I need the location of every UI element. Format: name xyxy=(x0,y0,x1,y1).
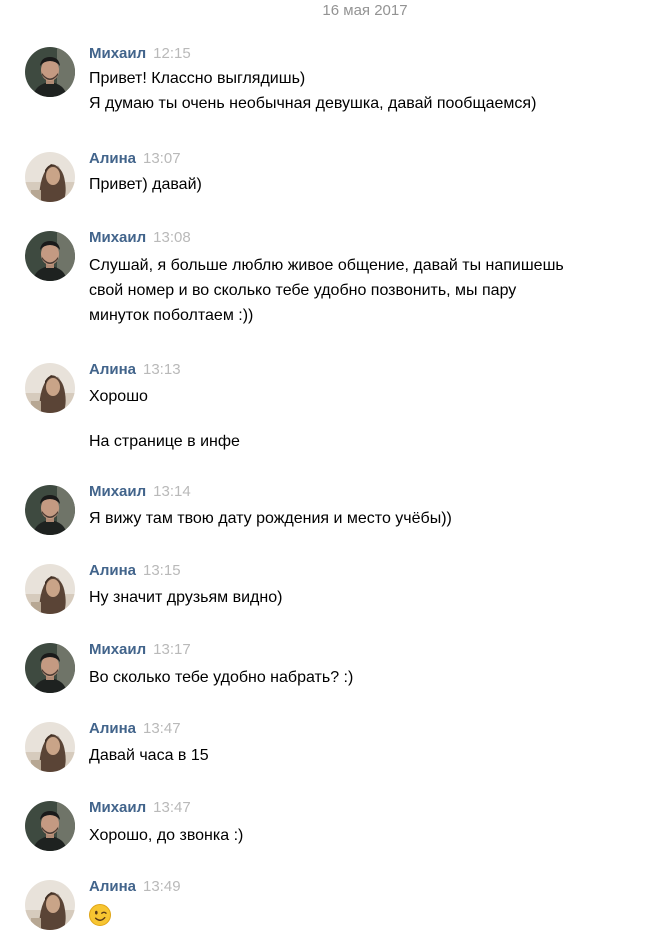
message-header: Михаил 12:15 xyxy=(89,45,191,62)
avatar[interactable] xyxy=(25,880,75,930)
message-text: Ну значит друзьям видно) xyxy=(89,589,283,606)
date-separator: 16 мая 2017 xyxy=(322,2,408,19)
author-name[interactable]: Михаил xyxy=(89,229,146,246)
avatar[interactable] xyxy=(25,801,75,851)
message-text: Хорошо xyxy=(89,388,148,405)
message-text: Я вижу там твою дату рождения и место уч… xyxy=(89,510,452,527)
message-header: Михаил 13:08 xyxy=(89,229,191,246)
man-portrait-avatar-icon xyxy=(25,485,75,535)
avatar[interactable] xyxy=(25,152,75,202)
author-name[interactable]: Михаил xyxy=(89,799,146,816)
message-header: Алина 13:49 xyxy=(89,878,181,895)
message-time[interactable]: 13:15 xyxy=(143,562,181,579)
message-time[interactable]: 13:17 xyxy=(153,641,191,658)
message-text: свой номер и во сколько тебе удобно позв… xyxy=(89,282,517,299)
message-text: На странице в инфе xyxy=(89,433,240,450)
message-time[interactable]: 12:15 xyxy=(153,45,191,62)
message-text: Привет) давай) xyxy=(89,176,202,193)
avatar[interactable] xyxy=(25,485,75,535)
woman-portrait-avatar-icon xyxy=(25,363,75,413)
author-name[interactable]: Михаил xyxy=(89,45,146,62)
message-time[interactable]: 13:08 xyxy=(153,229,191,246)
message-header: Михаил 13:47 xyxy=(89,799,191,816)
man-portrait-avatar-icon xyxy=(25,643,75,693)
author-name[interactable]: Алина xyxy=(89,150,136,167)
author-name[interactable]: Михаил xyxy=(89,483,146,500)
avatar[interactable] xyxy=(25,231,75,281)
woman-portrait-avatar-icon xyxy=(25,880,75,930)
message-text: минуток поболтаем :)) xyxy=(89,307,254,324)
message-text: Я думаю ты очень необычная девушка, дава… xyxy=(89,95,537,112)
avatar[interactable] xyxy=(25,643,75,693)
man-portrait-avatar-icon xyxy=(25,231,75,281)
woman-portrait-avatar-icon xyxy=(25,722,75,772)
message-header: Алина 13:15 xyxy=(89,562,181,579)
avatar[interactable] xyxy=(25,564,75,614)
message-time[interactable]: 13:47 xyxy=(143,720,181,737)
woman-portrait-avatar-icon xyxy=(25,564,75,614)
message-time[interactable]: 13:07 xyxy=(143,150,181,167)
message-text: Давай часа в 15 xyxy=(89,747,209,764)
avatar[interactable] xyxy=(25,363,75,413)
message-time[interactable]: 13:49 xyxy=(143,878,181,895)
message-header: Михаил 13:14 xyxy=(89,483,191,500)
author-name[interactable]: Алина xyxy=(89,361,136,378)
message-text: Слушай, я больше люблю живое общение, да… xyxy=(89,257,564,274)
message-header: Алина 13:07 xyxy=(89,150,181,167)
author-name[interactable]: Алина xyxy=(89,562,136,579)
author-name[interactable]: Алина xyxy=(89,720,136,737)
woman-portrait-avatar-icon xyxy=(25,152,75,202)
avatar[interactable] xyxy=(25,47,75,97)
man-portrait-avatar-icon xyxy=(25,47,75,97)
message-time[interactable]: 13:13 xyxy=(143,361,181,378)
winking-face-emoji-icon xyxy=(89,904,111,926)
message-time[interactable]: 13:47 xyxy=(153,799,191,816)
message-time[interactable]: 13:14 xyxy=(153,483,191,500)
man-portrait-avatar-icon xyxy=(25,801,75,851)
message-header: Михаил 13:17 xyxy=(89,641,191,658)
avatar[interactable] xyxy=(25,722,75,772)
author-name[interactable]: Алина xyxy=(89,878,136,895)
message-header: Алина 13:47 xyxy=(89,720,181,737)
author-name[interactable]: Михаил xyxy=(89,641,146,658)
message-text: Во сколько тебе удобно набрать? :) xyxy=(89,669,354,686)
message-header: Алина 13:13 xyxy=(89,361,181,378)
message-text: Хорошо, до звонка :) xyxy=(89,827,244,844)
message-text: Привет! Классно выглядишь) xyxy=(89,70,306,87)
